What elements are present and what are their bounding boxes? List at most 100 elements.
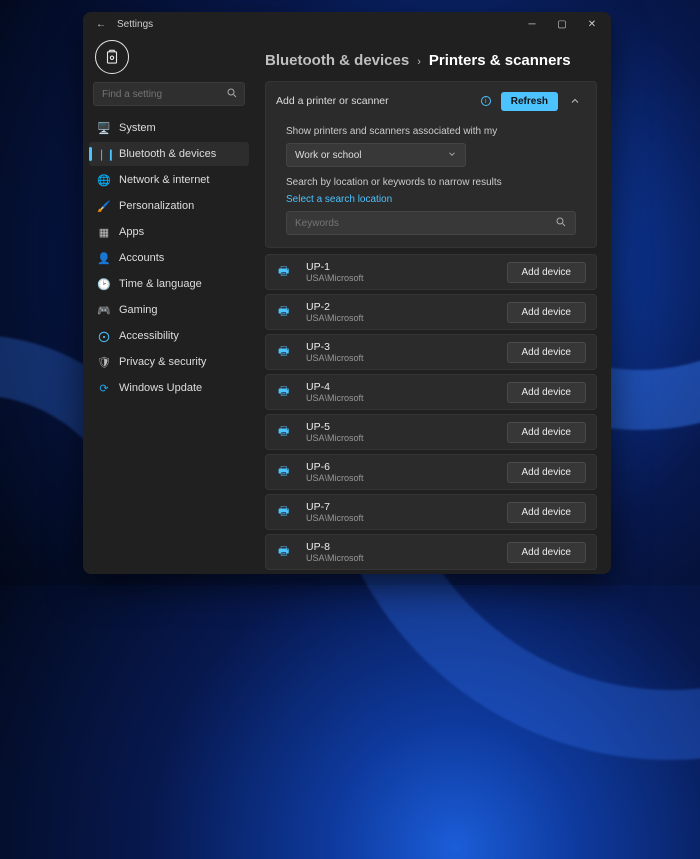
nav-label: Windows Update xyxy=(119,382,202,394)
printer-icon: 🖶 xyxy=(278,542,296,563)
add-printer-panel: Add a printer or scanner i Refresh Show … xyxy=(265,81,597,248)
nav-label: Privacy & security xyxy=(119,356,206,368)
dropdown-value: Work or school xyxy=(295,150,362,161)
sidebar-item-accessibility[interactable]: ⨀ Accessibility xyxy=(89,324,249,348)
nav-icon: 🛡 xyxy=(97,356,111,369)
nav-icon: 🎮 xyxy=(97,304,111,317)
device-location: USA\Microsoft xyxy=(306,553,364,563)
device-location: USA\Microsoft xyxy=(306,393,364,403)
sidebar-item-time-language[interactable]: 🕑 Time & language xyxy=(89,272,249,296)
sidebar-item-apps[interactable]: ▦Apps xyxy=(89,220,249,244)
nav-icon: ▦ xyxy=(97,226,111,239)
breadcrumb-parent[interactable]: Bluetooth & devices xyxy=(265,52,409,69)
chevron-down-icon xyxy=(447,149,457,162)
nav-label: Personalization xyxy=(119,200,194,212)
association-dropdown[interactable]: Work or school xyxy=(286,143,466,167)
close-button[interactable]: ✕ xyxy=(577,12,607,36)
nav-label: Bluetooth & devices xyxy=(119,148,216,160)
add-device-button[interactable]: Add device xyxy=(507,462,586,483)
add-device-button[interactable]: Add device xyxy=(507,262,586,283)
device-name: UP-7 xyxy=(306,501,364,513)
sidebar-item-gaming[interactable]: 🎮 Gaming xyxy=(89,298,249,322)
nav-label: Accessibility xyxy=(119,330,179,342)
info-icon[interactable]: i xyxy=(481,96,491,106)
find-setting-search[interactable] xyxy=(93,82,245,106)
nav-icon: ⟳ xyxy=(97,382,111,395)
device-row: 🖶 UP-5 USA\Microsoft Add device xyxy=(265,414,597,450)
device-location: USA\Microsoft xyxy=(306,273,364,283)
sidebar: 🖥️ System ❘❙ Bluetooth & devices 🌐 Network & … xyxy=(83,36,255,574)
printer-icon: 🖶 xyxy=(278,382,296,403)
sidebar-item-network-internet[interactable]: 🌐 Network & internet xyxy=(89,168,249,192)
select-location-link[interactable]: Select a search location xyxy=(286,194,576,205)
add-device-button[interactable]: Add device xyxy=(507,422,586,443)
sidebar-item-privacy-security[interactable]: 🛡 Privacy & security xyxy=(89,350,249,374)
refresh-button[interactable]: Refresh xyxy=(501,92,558,111)
device-name: UP-6 xyxy=(306,461,364,473)
nav-label: Time & language xyxy=(119,278,202,290)
page-title: Printers & scanners xyxy=(429,52,571,69)
add-device-button[interactable]: Add device xyxy=(507,342,586,363)
maximize-button[interactable]: ▢ xyxy=(547,12,577,36)
nav-icon: ❘❙ xyxy=(97,148,111,161)
device-name: UP-4 xyxy=(306,381,364,393)
nav-icon: 🌐 xyxy=(97,174,111,187)
add-device-button[interactable]: Add device xyxy=(507,542,586,563)
chevron-right-icon: › xyxy=(417,56,421,68)
settings-window: ← Settings ─ ▢ ✕ 🖥️ System ❘❙ Bluetooth & d… xyxy=(83,12,611,574)
add-device-button[interactable]: Add device xyxy=(507,502,586,523)
nav-icon: ⨀ xyxy=(97,330,111,343)
printer-icon: 🖶 xyxy=(278,422,296,443)
filter-label: Show printers and scanners associated wi… xyxy=(286,126,576,137)
app-title: Settings xyxy=(117,19,153,30)
add-printer-label: Add a printer or scanner xyxy=(276,95,389,107)
collapse-icon[interactable] xyxy=(564,90,586,112)
printer-icon: 🖶 xyxy=(278,342,296,363)
nav-label: System xyxy=(119,122,156,134)
device-location: USA\Microsoft xyxy=(306,433,364,443)
device-location: USA\Microsoft xyxy=(306,353,364,363)
add-device-button[interactable]: Add device xyxy=(507,382,586,403)
device-location: USA\Microsoft xyxy=(306,313,364,323)
sidebar-item-windows-update[interactable]: ⟳ Windows Update xyxy=(89,376,249,400)
sidebar-item-system[interactable]: 🖥️ System xyxy=(89,116,249,140)
device-location: USA\Microsoft xyxy=(306,513,364,523)
search-icon xyxy=(226,87,238,102)
device-name: UP-1 xyxy=(306,261,364,273)
device-name: UP-2 xyxy=(306,301,364,313)
device-name: UP-5 xyxy=(306,421,364,433)
add-device-button[interactable]: Add device xyxy=(507,302,586,323)
search-icon xyxy=(555,216,567,231)
minimize-button[interactable]: ─ xyxy=(517,12,547,36)
device-row: 🖶 UP-8 USA\Microsoft Add device xyxy=(265,534,597,570)
nav-icon: 🕑 xyxy=(97,278,111,291)
nav-label: Network & internet xyxy=(119,174,209,186)
user-avatar[interactable] xyxy=(95,40,129,74)
keyword-input[interactable] xyxy=(295,218,555,229)
device-row: 🖶 UP-3 USA\Microsoft Add device xyxy=(265,334,597,370)
sidebar-item-personalization[interactable]: 🖌️ Personalization xyxy=(89,194,249,218)
device-row: 🖶 UP-2 USA\Microsoft Add device xyxy=(265,294,597,330)
search-label: Search by location or keywords to narrow… xyxy=(286,177,576,188)
device-row: 🖶 UP-6 USA\Microsoft Add device xyxy=(265,454,597,490)
nav-icon: 🖌️ xyxy=(97,200,111,213)
keyword-search[interactable] xyxy=(286,211,576,235)
search-input[interactable] xyxy=(102,89,222,100)
breadcrumb: Bluetooth & devices › Printers & scanner… xyxy=(265,52,597,69)
device-location: USA\Microsoft xyxy=(306,473,364,483)
device-list: 🖶 UP-1 USA\Microsoft Add device🖶 UP-2 US… xyxy=(265,254,597,574)
main-content: Bluetooth & devices › Printers & scanner… xyxy=(255,36,611,574)
printer-icon: 🖶 xyxy=(278,302,296,323)
nav-list: 🖥️ System ❘❙ Bluetooth & devices 🌐 Network & … xyxy=(89,116,249,400)
sidebar-item-bluetooth-devices[interactable]: ❘❙ Bluetooth & devices xyxy=(89,142,249,166)
device-row: 🖶 UP-7 USA\Microsoft Add device xyxy=(265,494,597,530)
sidebar-item-accounts[interactable]: 👤Accounts xyxy=(89,246,249,270)
device-name: UP-3 xyxy=(306,341,364,353)
device-name: UP-8 xyxy=(306,541,364,553)
nav-icon: 🖥️ xyxy=(97,122,111,135)
device-row: 🖶 UP-4 USA\Microsoft Add device xyxy=(265,374,597,410)
nav-icon: 👤 xyxy=(97,252,111,265)
back-button[interactable]: ← xyxy=(93,19,109,30)
nav-label: Gaming xyxy=(119,304,158,316)
printer-icon: 🖶 xyxy=(278,502,296,523)
